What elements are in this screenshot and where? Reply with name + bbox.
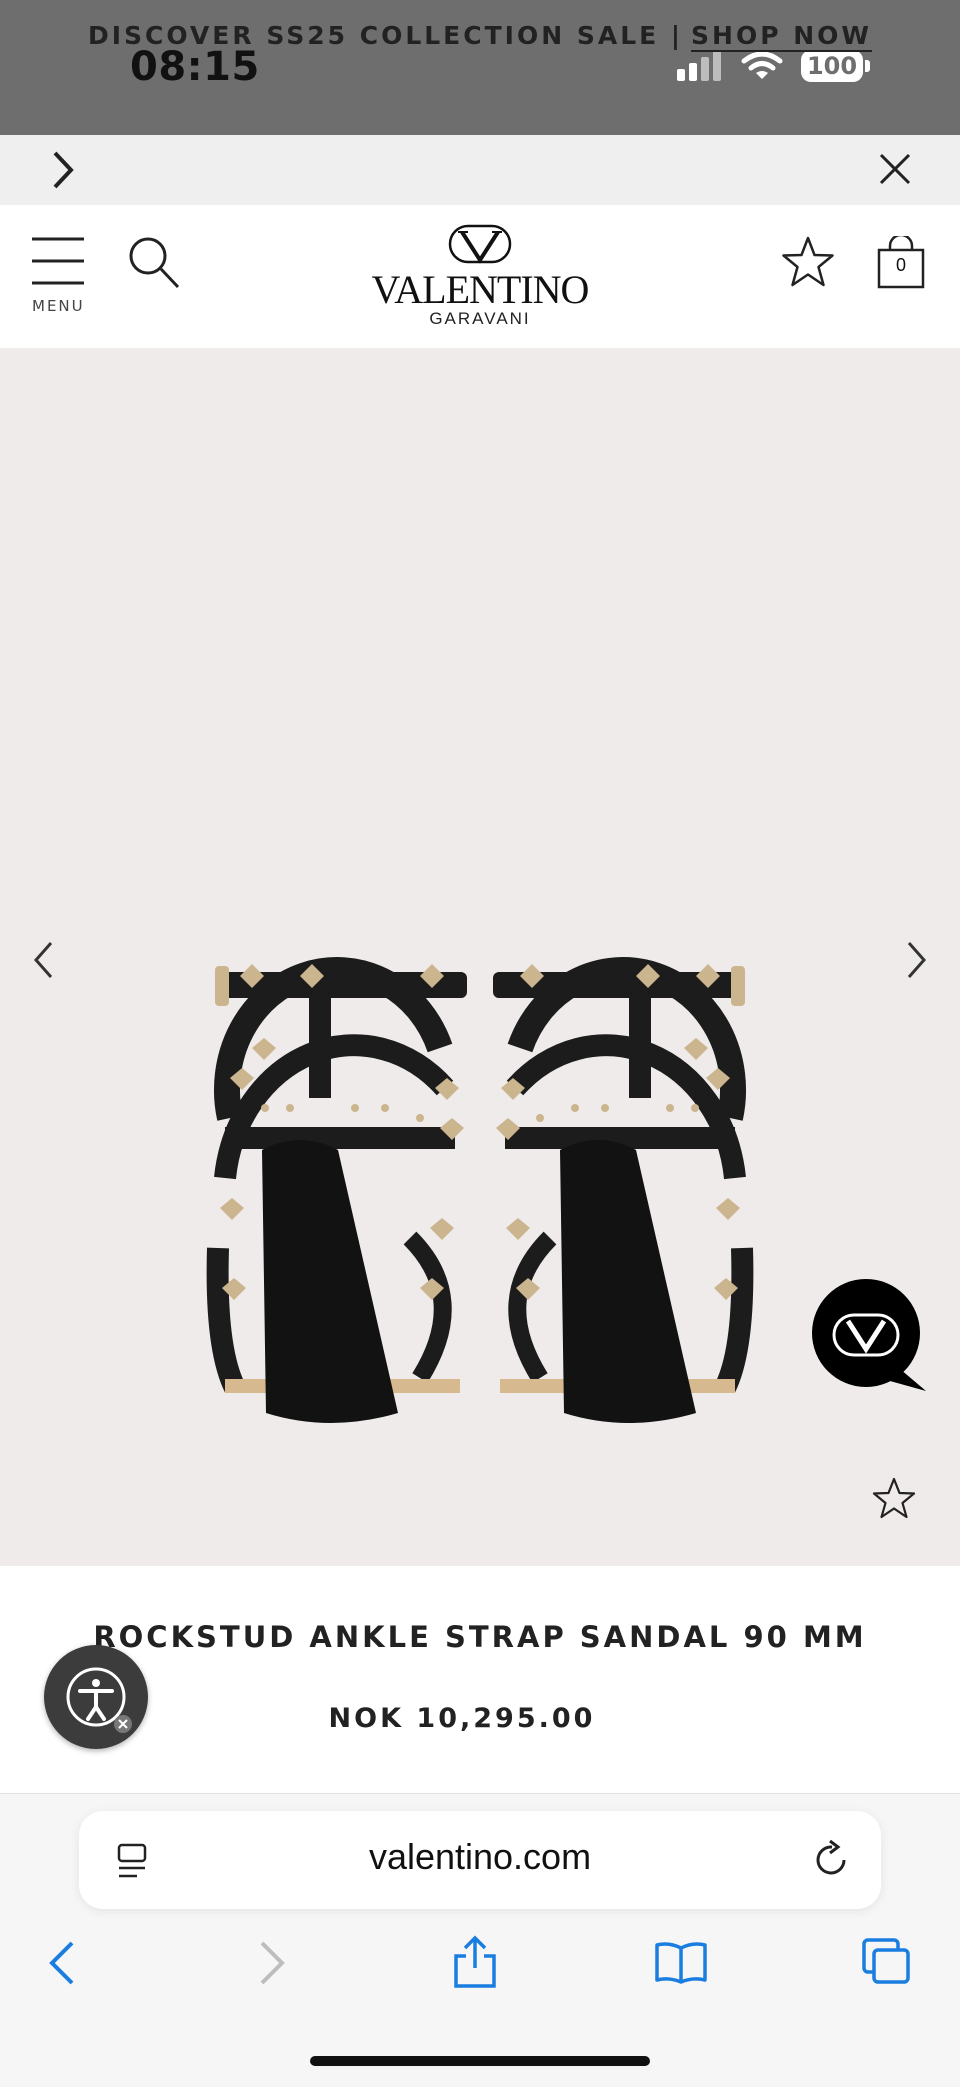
promo-message: DISCOVER SS25 COLLECTION SALE | SHOP NOW — [0, 0, 960, 70]
bookmarks-icon[interactable] — [654, 1940, 708, 1984]
carousel-prev-icon[interactable] — [32, 940, 54, 980]
close-icon[interactable] — [878, 152, 912, 186]
forward-icon[interactable] — [258, 1940, 288, 1986]
logo-v-icon — [448, 224, 512, 264]
left-sandal — [206, 957, 467, 1423]
share-icon[interactable] — [452, 1934, 498, 1990]
wishlist-star-icon[interactable] — [780, 235, 836, 289]
brand-sub: GARAVANI — [429, 309, 531, 328]
chat-assistant-icon[interactable] — [810, 1277, 926, 1391]
favorite-star-icon[interactable] — [871, 1476, 917, 1520]
menu-label[interactable]: MENU — [32, 297, 85, 315]
back-icon[interactable] — [46, 1940, 76, 1986]
accessibility-button[interactable] — [44, 1645, 148, 1749]
cart-count: 0 — [895, 255, 906, 275]
carousel-next-icon[interactable] — [906, 940, 928, 980]
home-indicator — [310, 2056, 650, 2066]
chevron-right-icon[interactable] — [50, 150, 76, 190]
search-icon[interactable] — [128, 236, 180, 290]
promo-text: DISCOVER SS25 COLLECTION SALE | — [87, 20, 684, 50]
menu-icon[interactable] — [32, 236, 84, 286]
accessibility-icon — [66, 1667, 132, 1733]
shop-now-link[interactable]: SHOP NOW — [691, 21, 872, 50]
url-text[interactable]: valentino.com — [79, 1836, 881, 1878]
tabs-icon[interactable] — [860, 1936, 912, 1986]
brand-logo[interactable]: VALENTINO — [370, 266, 590, 313]
reload-icon[interactable] — [812, 1838, 852, 1880]
promo-banner — [0, 135, 960, 205]
right-sandal — [493, 957, 754, 1423]
